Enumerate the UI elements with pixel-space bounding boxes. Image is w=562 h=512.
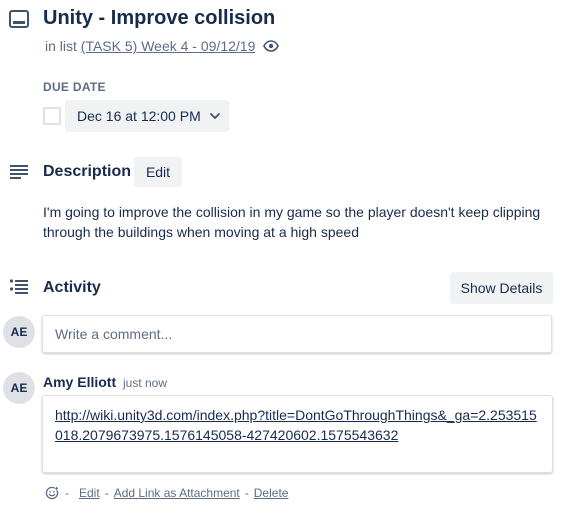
comment-author-avatar[interactable]: AE: [3, 372, 35, 404]
in-list-prefix: in list: [45, 38, 77, 54]
comment-timestamp[interactable]: just now: [123, 376, 167, 390]
in-list-text: in list (TASK 5) Week 4 - 09/12/19: [45, 38, 255, 54]
description-text[interactable]: I'm going to improve the collision in my…: [43, 202, 558, 242]
action-separator: -: [65, 486, 69, 500]
comment-input[interactable]: Write a comment...: [42, 315, 552, 353]
chevron-down-icon: [209, 110, 221, 122]
description-icon: [9, 164, 29, 180]
action-separator: -: [244, 486, 249, 500]
activity-title: Activity: [43, 279, 101, 296]
due-date-checkbox[interactable]: [43, 107, 61, 125]
add-reaction-icon[interactable]: [45, 486, 59, 500]
card-title[interactable]: Unity - Improve collision: [43, 7, 275, 30]
add-link-attachment-link[interactable]: Add Link as Attachment: [114, 486, 240, 500]
due-date-value: Dec 16 at 12:00 PM: [77, 108, 201, 124]
description-title: Description: [43, 163, 132, 180]
comment-body: http://wiki.unity3d.com/index.php?title=…: [42, 395, 553, 473]
list-link[interactable]: (TASK 5) Week 4 - 09/12/19: [81, 38, 256, 54]
action-separator: -: [104, 486, 109, 500]
activity-icon: [9, 279, 29, 295]
show-details-button[interactable]: Show Details: [450, 272, 553, 304]
edit-comment-link[interactable]: Edit: [79, 486, 100, 500]
comment-link[interactable]: http://wiki.unity3d.com/index.php?title=…: [55, 407, 537, 443]
avatar[interactable]: AE: [3, 316, 35, 348]
comment-actions: - Edit - Add Link as Attachment - Delete: [45, 486, 288, 500]
due-date-button[interactable]: Dec 16 at 12:00 PM: [65, 100, 229, 132]
edit-description-button[interactable]: Edit: [134, 157, 182, 187]
due-date-label: DUE DATE: [43, 80, 106, 94]
delete-comment-link[interactable]: Delete: [254, 486, 289, 500]
comment-author[interactable]: Amy Elliott: [43, 374, 116, 390]
eye-icon[interactable]: [263, 38, 279, 54]
card-icon: [9, 10, 29, 28]
